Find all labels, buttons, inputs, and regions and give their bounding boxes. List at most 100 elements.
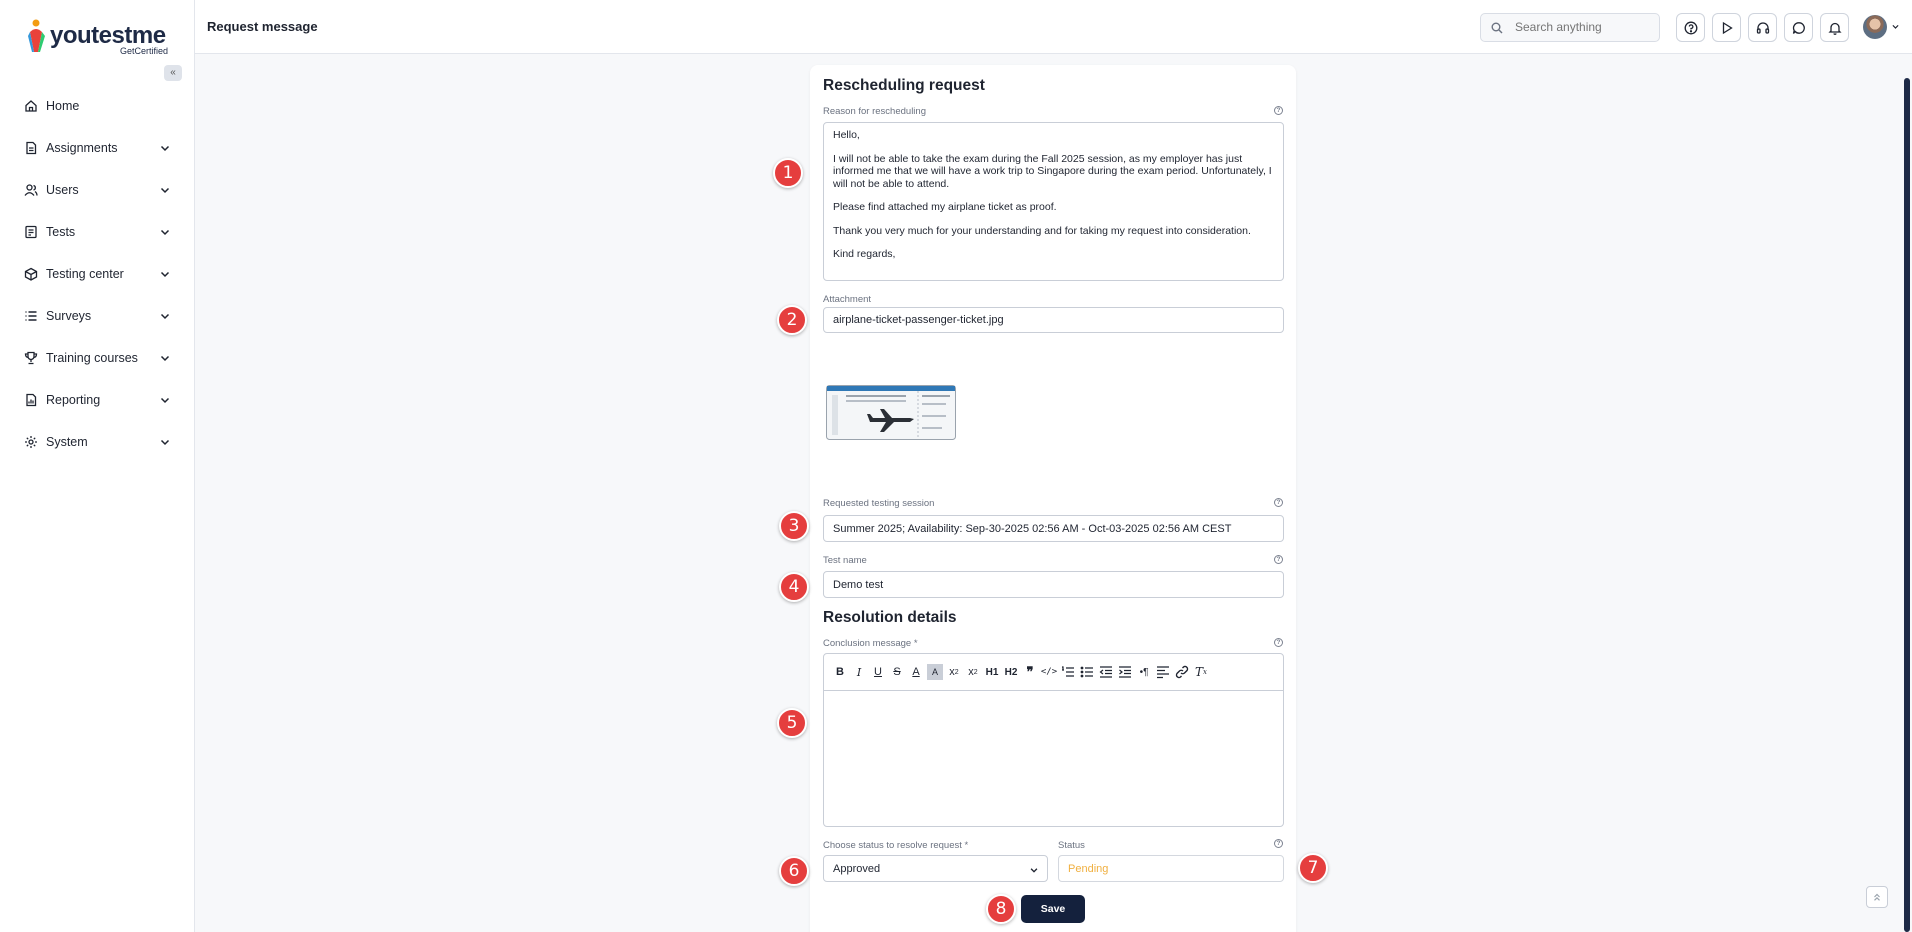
rescheduling-title: Rescheduling request [823, 77, 985, 94]
chevron-down-icon [160, 145, 170, 152]
page-scrollbar[interactable] [1904, 78, 1910, 932]
report-icon [26, 393, 37, 407]
attachment-field[interactable]: airplane-ticket-passenger-ticket.jpg [823, 307, 1284, 333]
ticket-thumbnail-image[interactable] [826, 385, 956, 440]
help-icon[interactable]: ? [1274, 498, 1283, 507]
clear-format-icon[interactable]: Tx [1193, 664, 1209, 680]
bell-icon [1827, 22, 1842, 35]
list-icon [25, 311, 37, 321]
sidebar-item-training-courses[interactable]: Training courses [0, 337, 195, 379]
sidebar-item-label: System [46, 435, 88, 449]
status-field: Pending [1058, 855, 1284, 882]
align-icon[interactable] [1155, 664, 1171, 680]
chevron-down-icon [160, 313, 170, 320]
underline-icon[interactable]: U [870, 664, 886, 680]
search-box[interactable] [1480, 13, 1660, 42]
italic-icon[interactable]: I [851, 664, 867, 680]
help-icon[interactable]: ? [1274, 638, 1283, 647]
testing-session-field[interactable]: Summer 2025; Availability: Sep-30-2025 0… [823, 515, 1284, 542]
heading1-icon[interactable]: H1 [984, 664, 1000, 680]
conclusion-label: Conclusion message * [823, 638, 918, 649]
notifications-button[interactable] [1820, 13, 1849, 42]
background-color-icon[interactable]: A [927, 664, 943, 680]
bullet-list-icon[interactable] [1079, 664, 1095, 680]
sidebar-item-assignments[interactable]: Assignments [0, 127, 195, 169]
logo[interactable]: youtestme GetCertified [26, 18, 176, 58]
test-name-value: Demo test [833, 578, 884, 591]
testing-session-value: Summer 2025; Availability: Sep-30-2025 0… [833, 522, 1232, 535]
sidebar-item-surveys[interactable]: Surveys [0, 295, 195, 337]
ordered-list-icon[interactable] [1060, 664, 1076, 680]
link-icon[interactable] [1174, 664, 1190, 680]
heading2-icon[interactable]: H2 [1003, 664, 1019, 680]
chevron-down-icon [160, 271, 170, 278]
users-icon [24, 184, 38, 196]
chevron-down-icon [160, 439, 170, 446]
chevron-down-icon [160, 355, 170, 362]
attachment-label: Attachment [823, 294, 872, 305]
choose-status-label: Choose status to resolve request * [823, 840, 969, 851]
sidebar-item-reporting[interactable]: Reporting [0, 379, 195, 421]
reason-paragraph: Please find attached my airplane ticket … [833, 201, 1057, 213]
annotation-marker: 1 [773, 158, 803, 188]
chevron-down-icon [1030, 868, 1038, 873]
help-button[interactable] [1676, 13, 1705, 42]
sidebar-item-testing-center[interactable]: Testing center [0, 253, 195, 295]
help-icon[interactable]: ? [1274, 106, 1283, 115]
sidebar-item-system[interactable]: System [0, 421, 195, 463]
document-icon [26, 141, 37, 155]
chat-icon [1792, 21, 1805, 34]
sidebar-item-users[interactable]: Users [0, 169, 195, 211]
trophy-icon [24, 351, 38, 365]
reason-paragraph: Kind regards, [833, 248, 896, 260]
status-label: Status [1058, 840, 1085, 851]
search-icon [1491, 22, 1503, 34]
text-direction-icon[interactable]: •¶ [1136, 664, 1152, 680]
top-header: Request message [195, 0, 1912, 54]
play-button[interactable] [1712, 13, 1741, 42]
test-name-label: Test name [823, 555, 867, 566]
annotation-marker: 8 [986, 894, 1016, 924]
chat-button[interactable] [1784, 13, 1813, 42]
code-icon[interactable]: </> [1041, 664, 1057, 680]
play-icon [1722, 21, 1733, 34]
chevron-down-icon [160, 229, 170, 236]
help-icon[interactable]: ? [1274, 555, 1283, 564]
reason-label: Reason for rescheduling [823, 106, 926, 117]
strikethrough-icon[interactable]: S [889, 664, 905, 680]
sidebar-item-label: Training courses [46, 351, 138, 365]
chevron-down-icon [160, 397, 170, 404]
bold-icon[interactable]: B [832, 664, 848, 680]
resolve-status-value: Approved [833, 862, 881, 875]
outdent-icon[interactable] [1098, 664, 1114, 680]
request-card: Rescheduling request Reason for reschedu… [810, 65, 1296, 932]
chevron-down-icon[interactable] [1891, 22, 1900, 31]
conclusion-editor[interactable]: B I U S A A x2 x2 H1 H2 ❞ </> •¶ Tx [823, 653, 1284, 827]
search-input[interactable] [1515, 20, 1655, 34]
subscript-icon[interactable]: x2 [946, 664, 962, 680]
support-button[interactable] [1748, 13, 1777, 42]
annotation-marker: 6 [779, 856, 809, 886]
help-icon[interactable]: ? [1274, 839, 1283, 848]
session-label: Requested testing session [823, 498, 935, 509]
reason-textarea[interactable]: Hello, I will not be able to take the ex… [823, 122, 1284, 281]
attachment-filename: airplane-ticket-passenger-ticket.jpg [833, 314, 1004, 326]
double-chevron-up-icon [1874, 893, 1880, 901]
sidebar-item-label: Reporting [46, 393, 101, 407]
scroll-to-top-button[interactable] [1866, 886, 1888, 908]
sidebar-item-home[interactable]: Home [0, 85, 195, 127]
sidebar-item-tests[interactable]: Tests [0, 211, 195, 253]
reason-paragraph: Thank you very much for your understandi… [833, 224, 1251, 237]
font-color-icon[interactable]: A [908, 664, 924, 680]
sidebar-nav: Home Assignments Users Tests Testing cen… [0, 85, 195, 463]
quote-icon[interactable]: ❞ [1022, 664, 1038, 680]
indent-icon[interactable] [1117, 664, 1133, 680]
user-avatar[interactable] [1863, 15, 1887, 39]
superscript-icon[interactable]: x2 [965, 664, 981, 680]
annotation-marker: 3 [779, 511, 809, 541]
save-button[interactable]: Save [1021, 895, 1085, 923]
test-name-field[interactable]: Demo test [823, 571, 1284, 598]
resolve-status-select[interactable]: Approved [823, 855, 1048, 882]
cube-icon [24, 267, 38, 281]
collapse-sidebar-button[interactable]: « [164, 65, 182, 81]
